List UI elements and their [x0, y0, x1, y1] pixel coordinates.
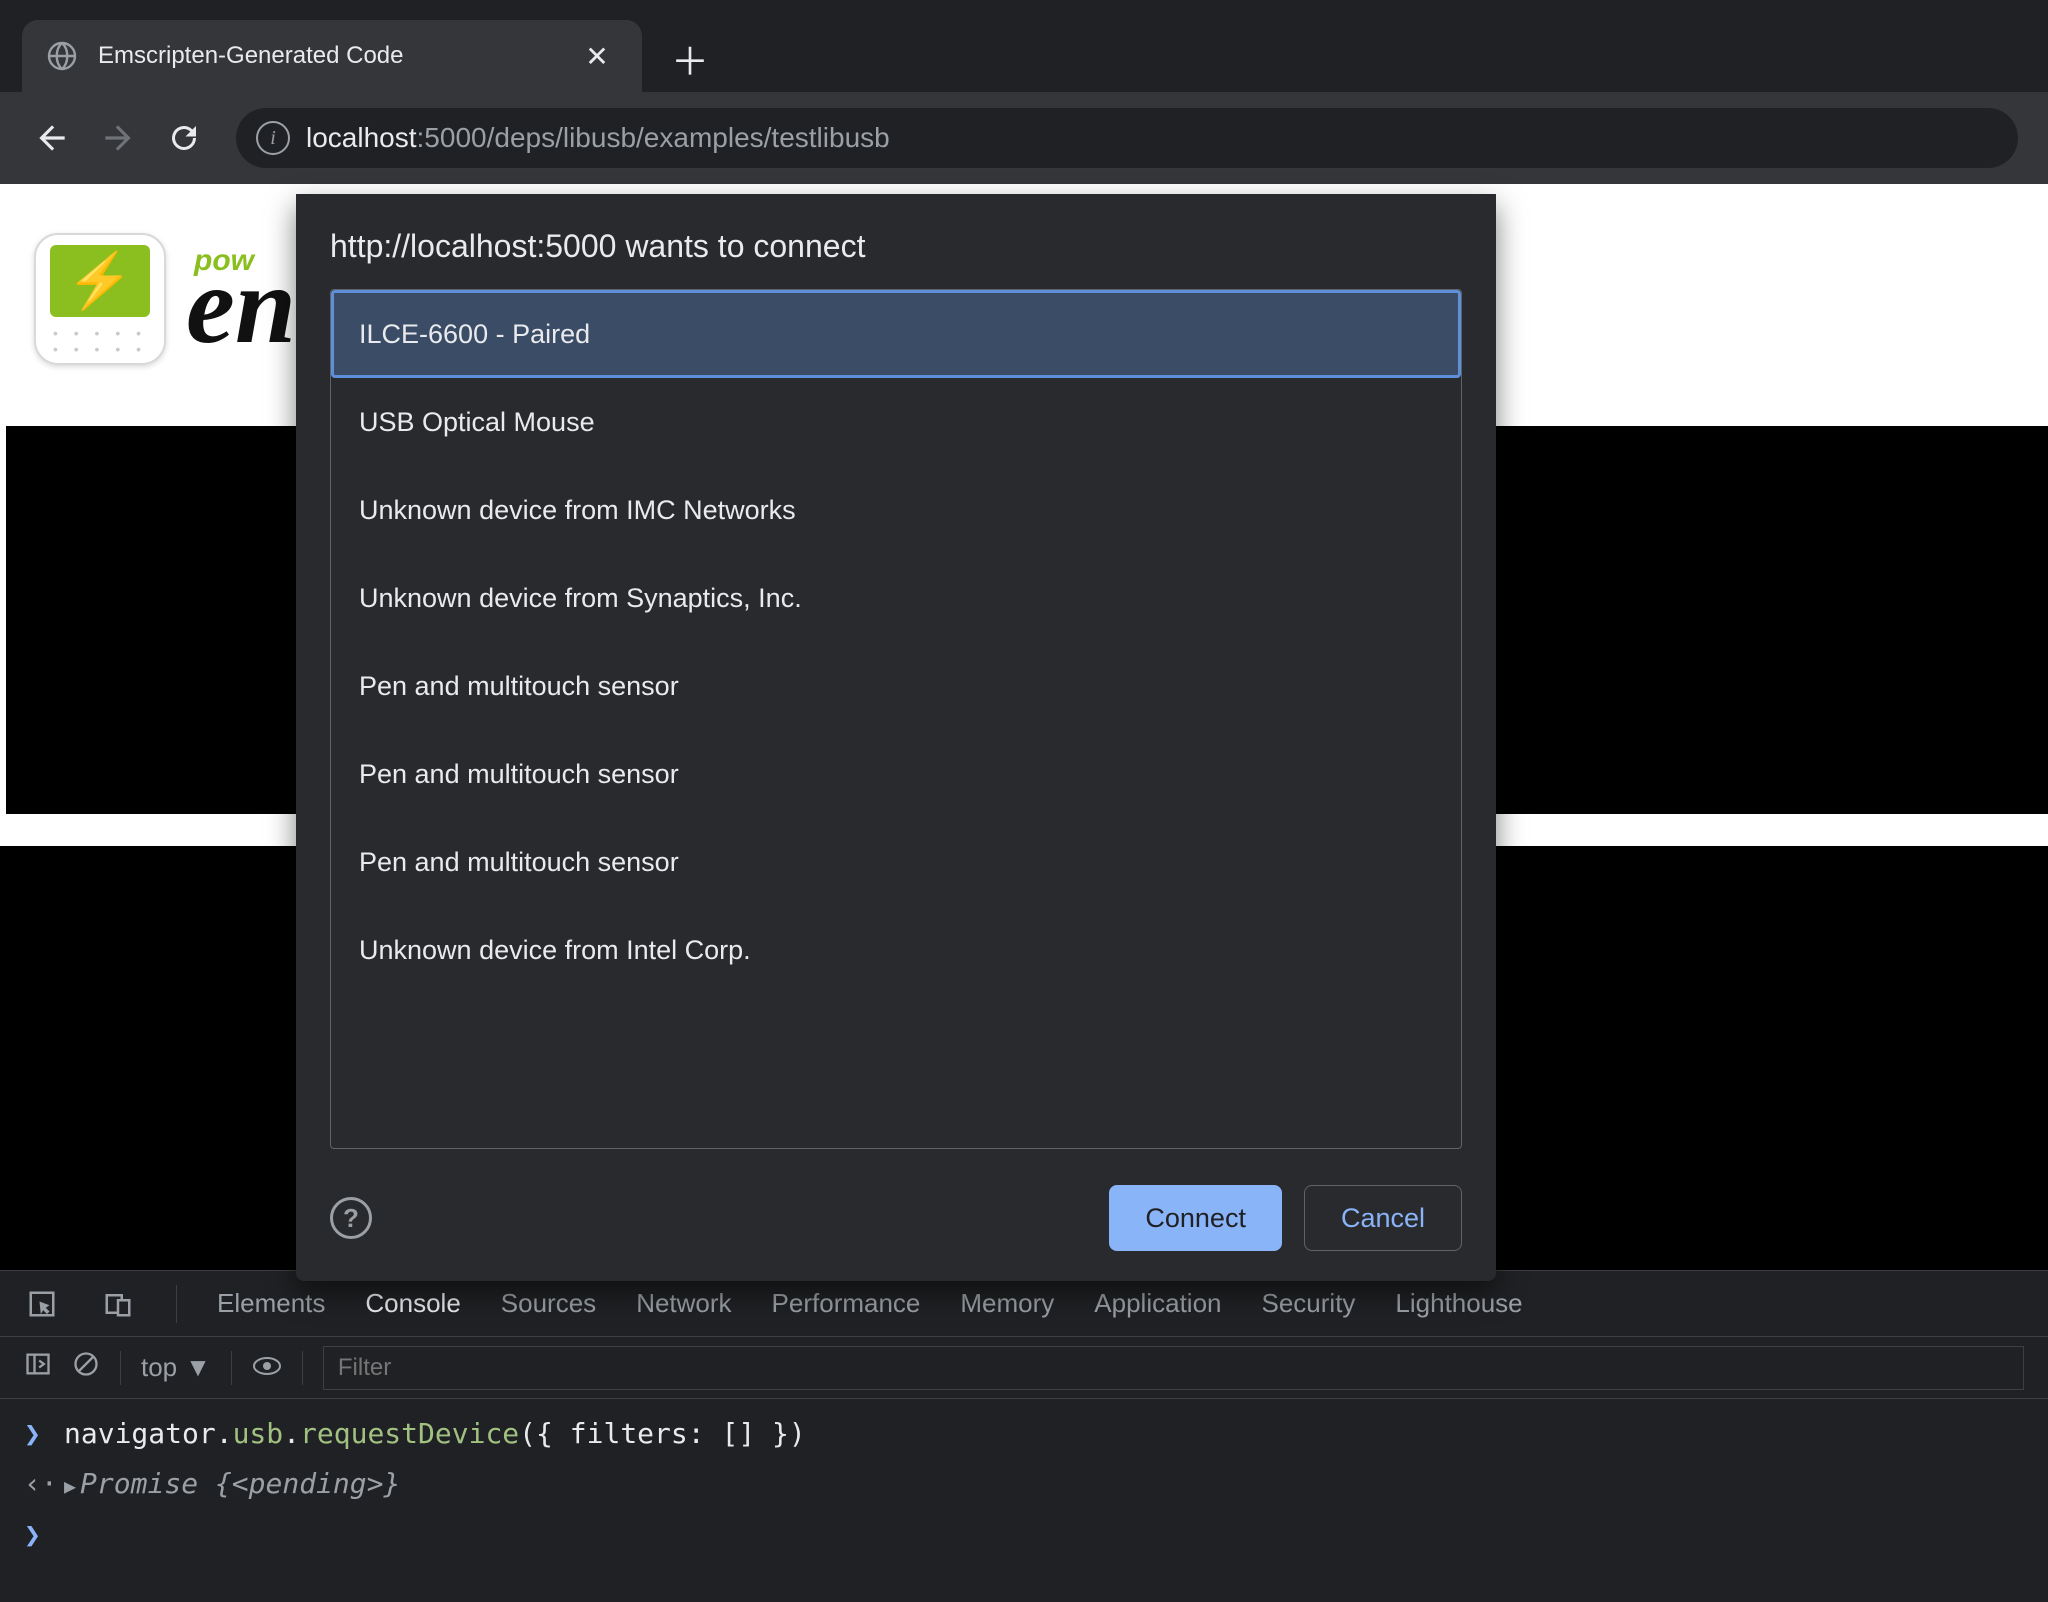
clear-console-icon[interactable]: [72, 1350, 100, 1385]
devtools-tab-lighthouse[interactable]: Lighthouse: [1395, 1288, 1522, 1319]
usb-device-dialog: http://localhost:5000 wants to connect I…: [296, 194, 1496, 1281]
cancel-button[interactable]: Cancel: [1304, 1185, 1462, 1251]
console-prompt-row[interactable]: ❯: [24, 1510, 2024, 1560]
devtools-tab-application[interactable]: Application: [1094, 1288, 1221, 1319]
device-item[interactable]: Unknown device from Intel Corp.: [331, 906, 1461, 994]
console-toolbar: top ▼: [0, 1337, 2048, 1399]
live-expression-icon[interactable]: [252, 1352, 282, 1383]
help-icon[interactable]: ?: [330, 1197, 372, 1239]
prompt-chevron-icon: ❯: [24, 1510, 48, 1560]
console-output-text[interactable]: ▶Promise {<pending>}: [64, 1459, 400, 1509]
close-icon[interactable]: ✕: [580, 39, 614, 73]
connect-button[interactable]: Connect: [1109, 1185, 1282, 1251]
console-filter-input[interactable]: [323, 1346, 2024, 1390]
device-item[interactable]: Unknown device from IMC Networks: [331, 466, 1461, 554]
expand-triangle-icon[interactable]: ▶: [64, 1474, 76, 1498]
console-output-row: ‹· ▶Promise {<pending>}: [24, 1459, 2024, 1509]
device-list: ILCE-6600 - Paired USB Optical Mouse Unk…: [330, 289, 1462, 1149]
emscripten-wordmark: pow en: [186, 244, 296, 355]
device-item[interactable]: Pen and multitouch sensor: [331, 818, 1461, 906]
back-button[interactable]: [30, 116, 74, 160]
devtools-tab-memory[interactable]: Memory: [960, 1288, 1054, 1319]
context-selector[interactable]: top ▼: [141, 1352, 211, 1383]
browser-tab[interactable]: Emscripten-Generated Code ✕: [22, 20, 642, 92]
devtools-panel: Elements Console Sources Network Perform…: [0, 1270, 2048, 1602]
inspect-icon[interactable]: [24, 1286, 60, 1322]
reload-button[interactable]: [162, 116, 206, 160]
info-icon[interactable]: i: [256, 121, 290, 155]
device-item[interactable]: Pen and multitouch sensor: [331, 642, 1461, 730]
console-input-row: ❯ navigator.usb.requestDevice({ filters:…: [24, 1409, 2024, 1459]
input-chevron-icon: ❯: [24, 1409, 48, 1459]
output-chevron-icon: ‹·: [24, 1459, 48, 1509]
devtools-tab-security[interactable]: Security: [1262, 1288, 1356, 1319]
emscripten-logo: ⚡ • • • • •• • • • •: [34, 233, 166, 365]
address-bar[interactable]: i localhost:5000/deps/libusb/examples/te…: [236, 108, 2018, 168]
device-item[interactable]: USB Optical Mouse: [331, 378, 1461, 466]
dialog-title: http://localhost:5000 wants to connect: [330, 228, 1462, 265]
globe-icon: [46, 40, 78, 72]
devtools-tab-sources[interactable]: Sources: [501, 1288, 596, 1319]
devtools-tab-performance[interactable]: Performance: [772, 1288, 921, 1319]
forward-button[interactable]: [96, 116, 140, 160]
console-input-text: navigator.usb.requestDevice({ filters: […: [64, 1409, 806, 1459]
bolt-icon: ⚡: [66, 250, 133, 313]
new-tab-button[interactable]: ＋: [670, 38, 710, 78]
device-item[interactable]: Unknown device from Synaptics, Inc.: [331, 554, 1461, 642]
devtools-tab-network[interactable]: Network: [636, 1288, 731, 1319]
devtools-tab-console[interactable]: Console: [365, 1288, 460, 1319]
console-log: ❯ navigator.usb.requestDevice({ filters:…: [0, 1399, 2048, 1570]
device-toggle-icon[interactable]: [100, 1286, 136, 1322]
chevron-down-icon: ▼: [185, 1352, 211, 1383]
browser-tabstrip: Emscripten-Generated Code ✕ ＋: [0, 0, 2048, 92]
sidebar-toggle-icon[interactable]: [24, 1350, 52, 1385]
devtools-tab-elements[interactable]: Elements: [217, 1288, 325, 1319]
device-item[interactable]: ILCE-6600 - Paired: [331, 290, 1461, 378]
browser-toolbar: i localhost:5000/deps/libusb/examples/te…: [0, 92, 2048, 184]
url-text: localhost:5000/deps/libusb/examples/test…: [306, 122, 890, 154]
tab-title: Emscripten-Generated Code: [98, 42, 560, 70]
device-item[interactable]: Pen and multitouch sensor: [331, 730, 1461, 818]
